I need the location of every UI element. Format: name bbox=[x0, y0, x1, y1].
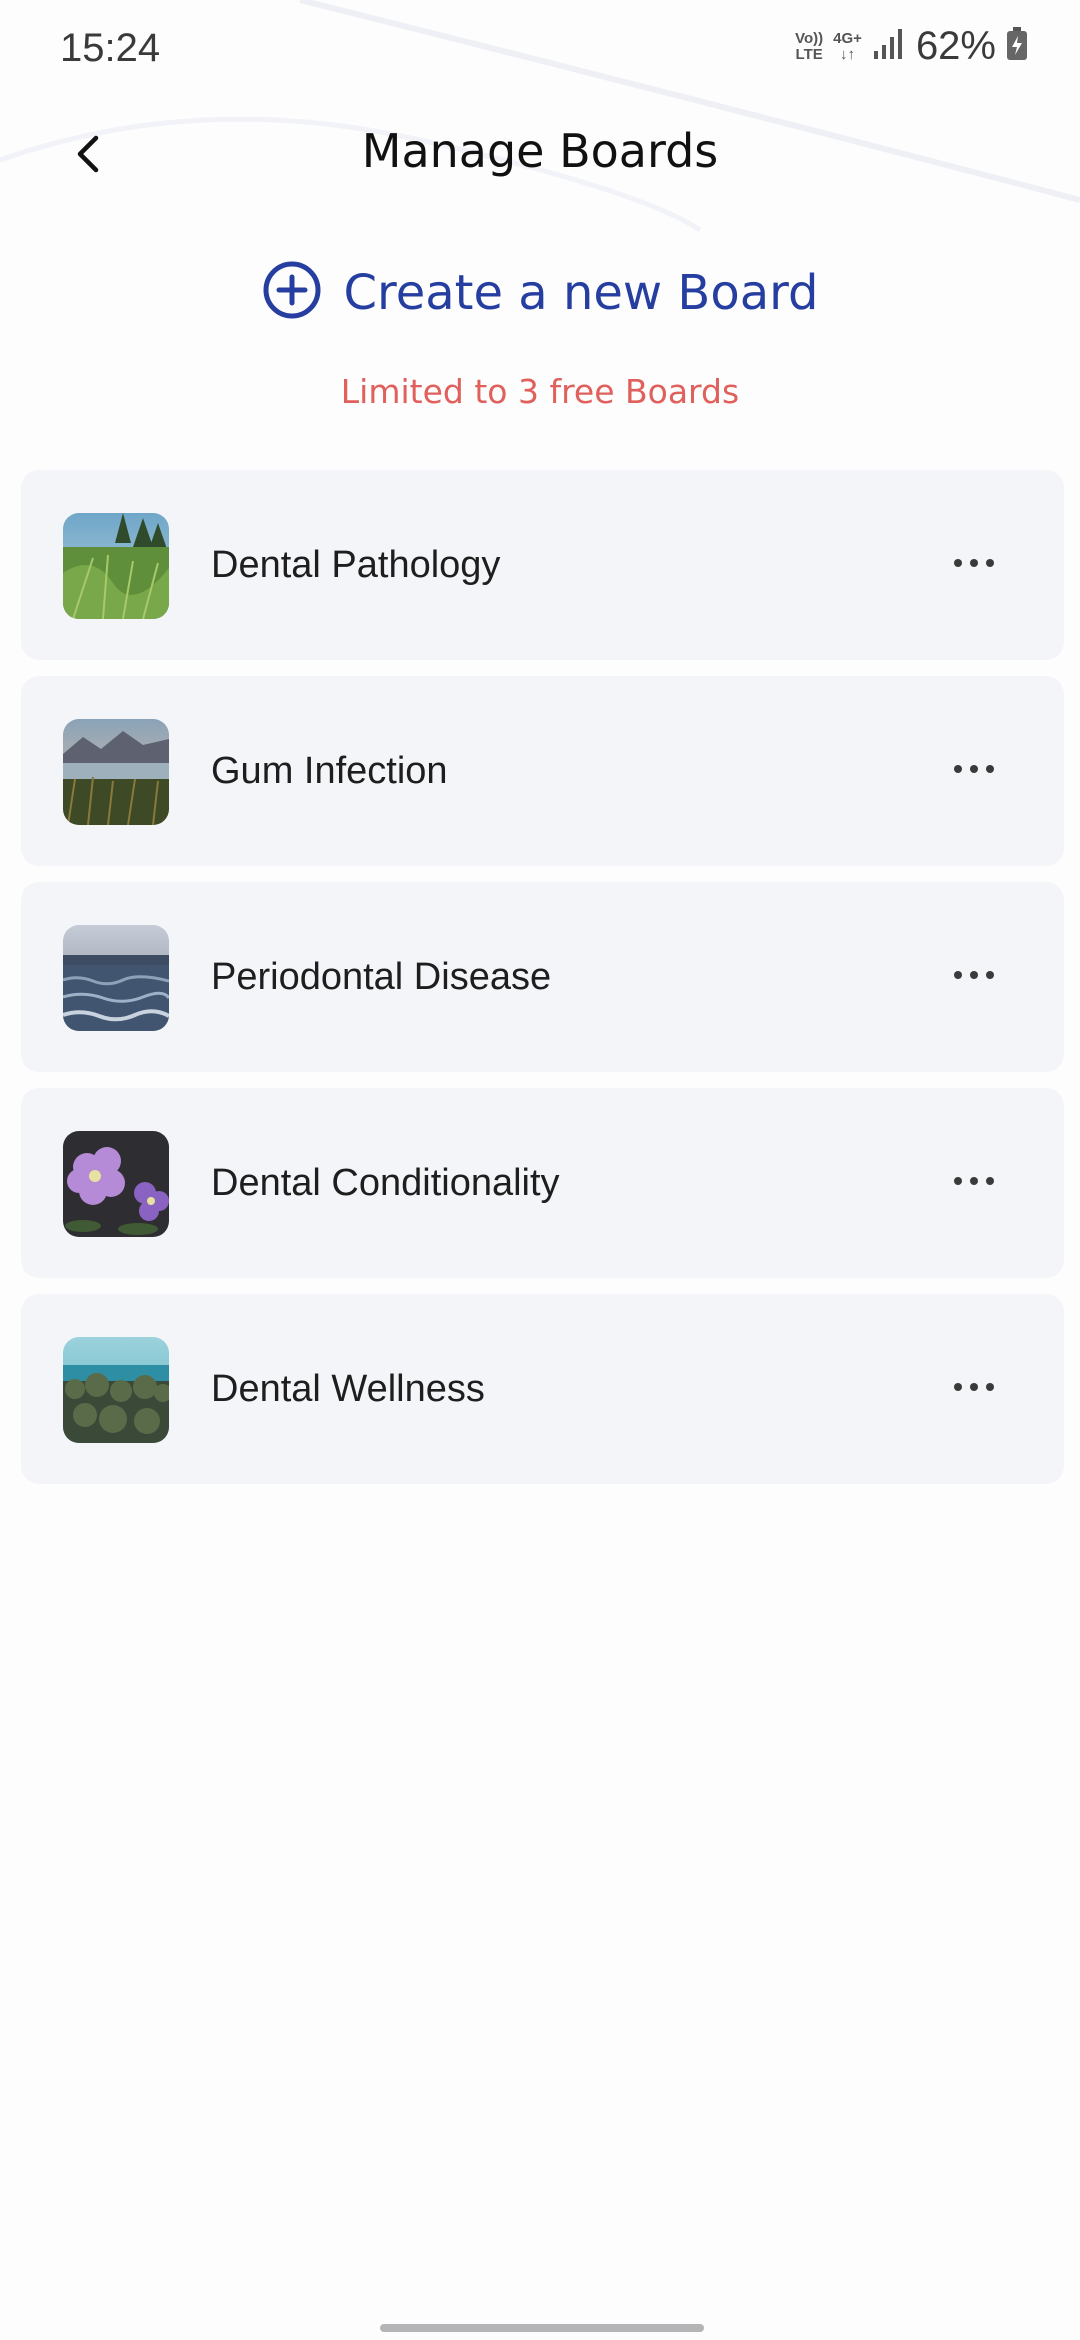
more-horizontal-icon bbox=[952, 1174, 996, 1192]
board-card[interactable]: Periodontal Disease bbox=[21, 882, 1064, 1072]
more-horizontal-icon bbox=[952, 968, 996, 986]
volte-top-label: Vo)) bbox=[795, 29, 824, 47]
more-horizontal-icon bbox=[952, 762, 996, 780]
volte-indicator: Vo)) LTE bbox=[795, 29, 824, 63]
board-more-button[interactable] bbox=[944, 1153, 1004, 1213]
purple-flowers-image bbox=[63, 1131, 169, 1237]
create-board-button[interactable]: Create a new Board bbox=[0, 260, 1080, 325]
board-name: Gum Infection bbox=[211, 750, 448, 792]
ocean-waves-image bbox=[63, 925, 169, 1031]
home-indicator[interactable] bbox=[380, 2324, 704, 2332]
board-name: Dental Conditionality bbox=[211, 1162, 560, 1204]
board-list: Dental Pathology Gum Infection Periodont… bbox=[21, 470, 1064, 1500]
board-card[interactable]: Dental Pathology bbox=[21, 470, 1064, 660]
plus-circle-icon bbox=[262, 260, 322, 325]
status-time: 15:24 bbox=[60, 26, 161, 70]
status-bar: 15:24 Vo)) LTE 4G+ ↓↑ 62% bbox=[0, 0, 1080, 100]
create-board-label: Create a new Board bbox=[343, 264, 819, 321]
lake-mountains-image bbox=[63, 719, 169, 825]
board-more-button[interactable] bbox=[944, 947, 1004, 1007]
battery-percent: 62% bbox=[915, 24, 996, 68]
board-card[interactable]: Dental Conditionality bbox=[21, 1088, 1064, 1278]
board-card[interactable]: Dental Wellness bbox=[21, 1294, 1064, 1484]
board-name: Dental Wellness bbox=[211, 1368, 485, 1410]
volte-bottom-label: LTE bbox=[795, 45, 823, 63]
battery-icon bbox=[1006, 27, 1028, 66]
board-more-button[interactable] bbox=[944, 535, 1004, 595]
board-more-button[interactable] bbox=[944, 1359, 1004, 1419]
network-type-label: 4G+ bbox=[833, 29, 862, 47]
board-name: Dental Pathology bbox=[211, 544, 501, 586]
data-arrows-icon: ↓↑ bbox=[840, 45, 856, 63]
grass-meadow-image bbox=[63, 513, 169, 619]
page-title: Manage Boards bbox=[361, 124, 719, 178]
more-horizontal-icon bbox=[952, 1380, 996, 1398]
board-card[interactable]: Gum Infection bbox=[21, 676, 1064, 866]
board-more-button[interactable] bbox=[944, 741, 1004, 801]
board-limit-note: Limited to 3 free Boards bbox=[340, 372, 740, 411]
board-name: Periodontal Disease bbox=[211, 956, 552, 998]
more-horizontal-icon bbox=[952, 556, 996, 574]
app-header: Manage Boards bbox=[0, 108, 1080, 198]
network-indicator: 4G+ ↓↑ bbox=[833, 29, 862, 63]
coastal-shrubs-image bbox=[63, 1337, 169, 1443]
status-icons: Vo)) LTE 4G+ ↓↑ 62% bbox=[795, 24, 1028, 69]
signal-icon bbox=[872, 27, 906, 66]
